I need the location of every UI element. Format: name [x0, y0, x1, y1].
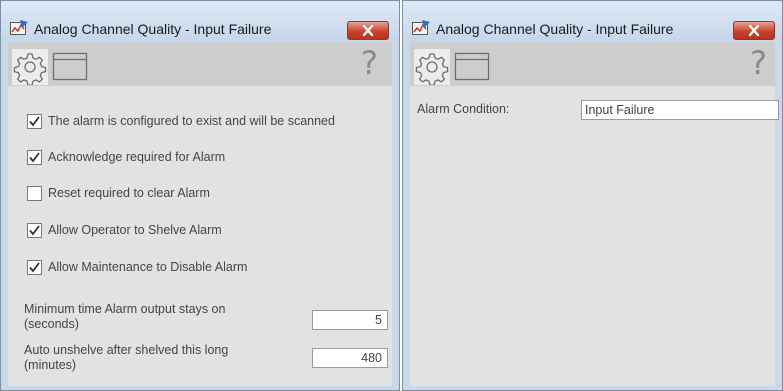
checkbox-label: Acknowledge required for Alarm — [48, 150, 226, 164]
min-on-time-label: Minimum time Alarm output stays on (seco… — [24, 302, 225, 332]
checkbox-label: Allow Operator to Shelve Alarm — [48, 223, 222, 237]
checkbox-label: The alarm is configured to exist and wil… — [48, 114, 335, 128]
check-icon — [29, 224, 40, 235]
checkbox-ack-required[interactable]: Acknowledge required for Alarm — [27, 148, 225, 166]
checkbox-reset-required[interactable]: Reset required to clear Alarm — [27, 184, 210, 202]
checkbox-label: Reset required to clear Alarm — [48, 186, 210, 200]
help-icon[interactable]: ? — [361, 44, 378, 82]
auto-unshelve-input[interactable]: 480 — [312, 348, 388, 368]
checkbox[interactable] — [27, 113, 42, 129]
toolbar: ? — [410, 42, 775, 86]
gear-icon[interactable] — [12, 49, 48, 85]
checkbox-operator-shelve[interactable]: Allow Operator to Shelve Alarm — [27, 221, 222, 239]
title-bar[interactable]: Analog Channel Quality - Input Failure — [403, 1, 782, 41]
alarm-condition-label: Alarm Condition: — [417, 102, 510, 116]
min-on-time-input[interactable]: 5 — [312, 310, 388, 330]
close-icon — [362, 24, 374, 37]
close-button[interactable] — [347, 21, 389, 40]
label-line: (seconds) — [24, 317, 79, 331]
label-line: Auto unshelve after shelved this long — [24, 343, 229, 357]
alarm-condition-field[interactable]: Input Failure — [581, 100, 779, 120]
checkbox[interactable] — [27, 222, 42, 238]
checkbox[interactable] — [27, 259, 42, 275]
label-line: Minimum time Alarm output stays on — [24, 302, 226, 316]
checkbox-maintenance-disable[interactable]: Allow Maintenance to Disable Alarm — [27, 258, 247, 276]
auto-unshelve-label: Auto unshelve after shelved this long (m… — [24, 343, 228, 373]
window-icon[interactable] — [52, 52, 88, 82]
window-content: ? The alarm is configured to exist and w… — [8, 42, 392, 386]
check-icon — [29, 151, 40, 162]
close-icon — [748, 24, 760, 37]
label-line: (minutes) — [24, 358, 77, 372]
title-bar[interactable]: Analog Channel Quality - Input Failure — [1, 1, 399, 41]
window-icon[interactable] — [454, 52, 490, 82]
window-title: Analog Channel Quality - Input Failure — [34, 21, 272, 37]
window-content: ? Alarm Condition: Input Failure — [410, 42, 779, 386]
checkbox-label: Allow Maintenance to Disable Alarm — [48, 260, 248, 274]
app-icon — [10, 20, 28, 35]
checkbox[interactable] — [27, 149, 42, 165]
app-icon — [412, 20, 430, 35]
help-icon[interactable]: ? — [750, 44, 767, 82]
toolbar: ? — [8, 42, 392, 86]
alarm-condition-window: Analog Channel Quality - Input Failure ?… — [402, 0, 783, 391]
gear-icon[interactable] — [414, 49, 450, 85]
checkbox-alarm-exists[interactable]: The alarm is configured to exist and wil… — [27, 112, 335, 130]
alarm-settings-window: Analog Channel Quality - Input Failure ? — [0, 0, 400, 391]
check-icon — [29, 115, 40, 126]
check-icon — [29, 261, 40, 272]
window-title: Analog Channel Quality - Input Failure — [436, 21, 674, 37]
checkbox[interactable] — [27, 185, 42, 201]
close-button[interactable] — [733, 21, 775, 40]
